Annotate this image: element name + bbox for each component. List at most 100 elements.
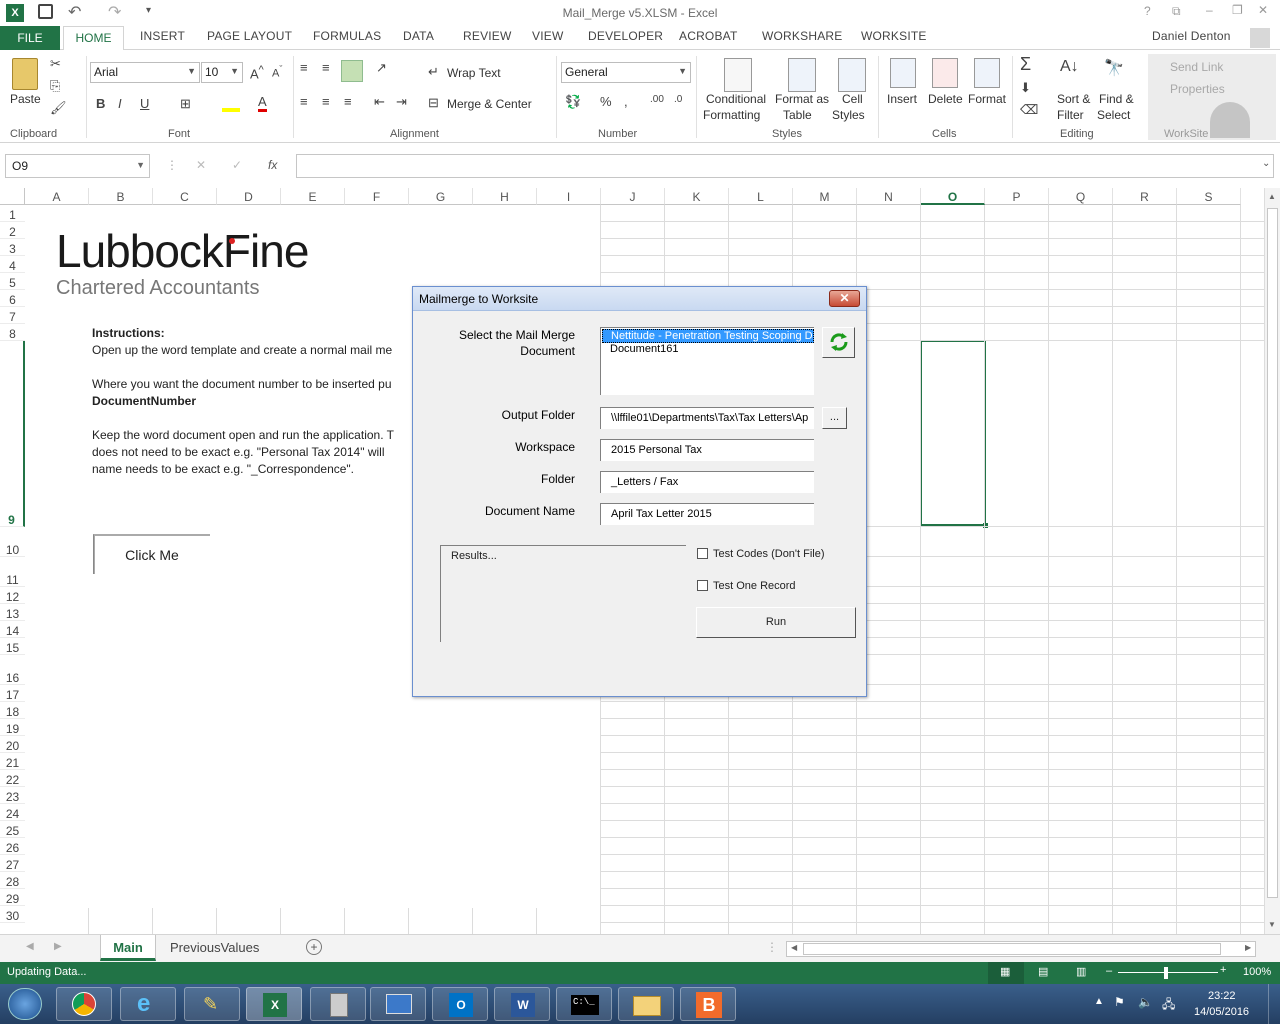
merge-center-button[interactable]: Merge & Center	[447, 97, 532, 111]
cell-styles-line1[interactable]: Cell	[842, 92, 863, 106]
column-header[interactable]: K	[665, 188, 729, 205]
row-header[interactable]: 16	[0, 655, 25, 685]
clear-icon[interactable]: ⌫	[1020, 102, 1038, 118]
network-icon[interactable]: 🖧	[1162, 995, 1175, 1016]
column-header[interactable]: B	[89, 188, 153, 205]
row-header[interactable]: 25	[0, 821, 25, 838]
results-box[interactable]: Results...	[440, 545, 686, 642]
document-name-input[interactable]: April Tax Letter 2015	[600, 503, 814, 525]
app-b-taskbar-icon[interactable]: B	[680, 987, 736, 1021]
column-header[interactable]: M	[793, 188, 857, 205]
zoom-level[interactable]: 100%	[1243, 966, 1271, 978]
row-header[interactable]: 18	[0, 702, 25, 719]
find-select-line2[interactable]: Select	[1097, 108, 1130, 122]
document-listbox[interactable]: Nettitude - Penetration Testing Scoping …	[600, 327, 814, 395]
increase-indent-icon[interactable]: ⇥	[396, 94, 407, 110]
row-header[interactable]: 15	[0, 638, 25, 655]
row-header[interactable]: 10	[0, 527, 25, 557]
normal-view-icon[interactable]: ▦	[988, 962, 1024, 984]
row-header[interactable]: 5	[0, 273, 25, 290]
sort-filter-icon[interactable]: A↓	[1060, 58, 1079, 76]
format-cells-icon[interactable]	[974, 58, 1000, 88]
scroll-thumb[interactable]	[1267, 208, 1278, 898]
row-header[interactable]: 6	[0, 290, 25, 307]
show-hidden-icons[interactable]: ▲	[1094, 996, 1104, 1007]
format-as-table-icon[interactable]	[788, 58, 816, 92]
sheet-tab-main[interactable]: Main	[100, 935, 156, 961]
grow-font-icon[interactable]: A^	[250, 64, 264, 81]
row-header[interactable]: 11	[0, 557, 25, 587]
prev-sheet-icon[interactable]: ◀	[26, 941, 34, 952]
minimize-icon[interactable]: –	[1206, 3, 1213, 17]
test-one-record-checkbox[interactable]	[697, 580, 708, 591]
refresh-button[interactable]	[822, 327, 855, 358]
font-size-select[interactable]: 10 ▼	[201, 62, 243, 83]
zoom-out-icon[interactable]: –	[1106, 965, 1112, 977]
ribbon-display-icon[interactable]: ⧉	[1172, 4, 1181, 19]
paste-icon[interactable]	[12, 58, 38, 90]
column-header[interactable]: D	[217, 188, 281, 205]
help-icon[interactable]: ?	[1144, 4, 1151, 18]
word-taskbar-icon[interactable]: W	[494, 987, 550, 1021]
paste-button[interactable]: Paste	[10, 92, 41, 106]
scroll-up-icon[interactable]: ▲	[1268, 192, 1276, 201]
close-icon[interactable]: ✕	[1258, 3, 1268, 17]
row-header[interactable]: 7	[0, 307, 25, 324]
wrap-text-icon[interactable]: ↵	[428, 64, 439, 80]
send-link-button[interactable]: Send Link	[1170, 60, 1223, 74]
cell-styles-line2[interactable]: Styles	[832, 108, 865, 122]
decrease-decimal-icon[interactable]: .0	[674, 94, 682, 105]
row-header[interactable]: 22	[0, 770, 25, 787]
outlook-taskbar-icon[interactable]: O	[432, 987, 488, 1021]
align-right-icon[interactable]: ≡	[344, 94, 352, 109]
find-select-line1[interactable]: Find &	[1099, 92, 1134, 106]
name-box[interactable]: O9 ▼	[5, 154, 150, 178]
next-sheet-icon[interactable]: ▶	[54, 941, 62, 952]
tab-workshare[interactable]: WORKSHARE	[762, 29, 842, 43]
volume-icon[interactable]: 🔈	[1138, 995, 1153, 1009]
zoom-slider-thumb[interactable]	[1164, 967, 1168, 979]
increase-decimal-icon[interactable]: .00	[650, 94, 664, 105]
sort-filter-line1[interactable]: Sort &	[1057, 92, 1090, 106]
column-header[interactable]: F	[345, 188, 409, 205]
clock-date[interactable]: 14/05/2016	[1194, 1006, 1249, 1018]
tab-developer[interactable]: DEVELOPER	[588, 29, 663, 43]
align-bottom-icon[interactable]	[341, 60, 363, 82]
select-all-corner[interactable]	[0, 188, 25, 205]
comma-style-icon[interactable]: ,	[624, 94, 628, 109]
page-break-view-icon[interactable]: ▥	[1076, 965, 1086, 978]
row-header[interactable]: 14	[0, 621, 25, 638]
formula-bar-options-icon[interactable]: ⋮	[166, 158, 178, 172]
document-list-item[interactable]: Document161	[610, 343, 679, 355]
row-header[interactable]: 4	[0, 256, 25, 273]
autosum-icon[interactable]: Σ	[1020, 54, 1031, 75]
selected-cell-o9[interactable]	[920, 340, 986, 526]
accounting-format-icon[interactable]: 💱	[565, 94, 581, 110]
row-header[interactable]: 21	[0, 753, 25, 770]
row-header[interactable]: 13	[0, 604, 25, 621]
row-header[interactable]: 23	[0, 787, 25, 804]
user-name[interactable]: Daniel Denton	[1152, 29, 1231, 43]
cancel-entry-icon[interactable]: ✕	[196, 158, 206, 172]
browse-button[interactable]: ...	[822, 407, 847, 429]
scroll-left-icon[interactable]: ◀	[791, 943, 797, 952]
expand-formula-icon[interactable]: ⌄	[1262, 158, 1270, 169]
format-as-table-line1[interactable]: Format as	[775, 92, 829, 106]
tab-insert[interactable]: INSERT	[140, 29, 185, 43]
bold-icon[interactable]: B	[96, 96, 105, 111]
insert-cells-button[interactable]: Insert	[887, 92, 917, 106]
column-header[interactable]: L	[729, 188, 793, 205]
test-one-record-label[interactable]: Test One Record	[713, 580, 796, 592]
decrease-indent-icon[interactable]: ⇤	[374, 94, 385, 110]
add-sheet-icon[interactable]: +	[306, 939, 322, 955]
column-header[interactable]: R	[1113, 188, 1177, 205]
scroll-down-icon[interactable]: ▼	[1268, 920, 1276, 929]
row-header[interactable]: 19	[0, 719, 25, 736]
borders-icon[interactable]: ⊞	[180, 96, 191, 112]
test-codes-checkbox[interactable]	[697, 548, 708, 559]
clock-time[interactable]: 23:22	[1208, 990, 1236, 1002]
insert-cells-icon[interactable]	[890, 58, 916, 88]
tab-worksite[interactable]: WORKSITE	[861, 29, 927, 43]
formula-input[interactable]	[296, 154, 1274, 178]
conditional-formatting-line1[interactable]: Conditional	[706, 92, 766, 106]
